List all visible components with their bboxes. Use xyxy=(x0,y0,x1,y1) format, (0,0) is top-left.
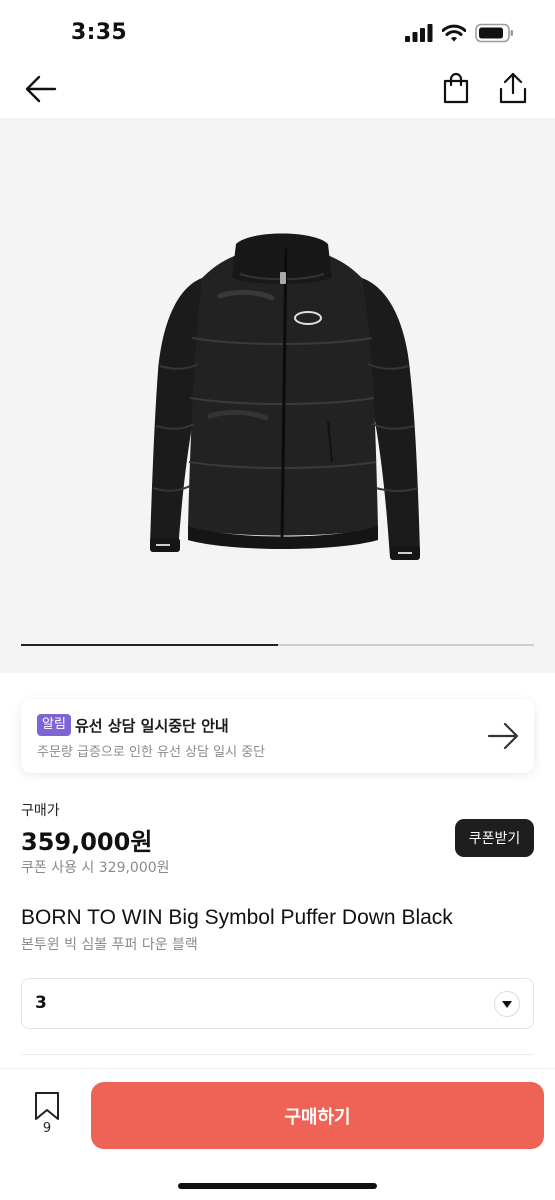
divider xyxy=(21,1054,534,1055)
notice-badge: 알림 xyxy=(37,714,71,736)
price-value: 359,000원 xyxy=(21,828,153,856)
coupon-button[interactable]: 쿠폰받기 xyxy=(455,819,534,857)
product-image xyxy=(150,233,420,560)
home-indicator xyxy=(178,1183,377,1189)
nav-bar xyxy=(0,62,555,118)
buy-button[interactable]: 구매하기 xyxy=(91,1082,544,1149)
battery-icon xyxy=(475,23,513,43)
carousel-progress-fill xyxy=(21,644,278,646)
status-icons xyxy=(405,23,515,43)
product-name: BORN TO WIN Big Symbol Puffer Down Black xyxy=(21,906,453,929)
chevron-down-icon[interactable] xyxy=(494,991,520,1017)
size-select[interactable]: 3 xyxy=(21,978,534,1029)
cellular-signal-icon xyxy=(405,24,433,42)
bottom-action-bar: 9 구매하기 xyxy=(0,1068,555,1200)
status-bar: 3:35 xyxy=(0,0,555,62)
status-time: 3:35 xyxy=(71,20,127,45)
bookmark-icon xyxy=(35,1092,59,1120)
carousel-progress xyxy=(21,644,534,646)
shopping-bag-icon[interactable] xyxy=(442,72,470,104)
arrow-right-icon[interactable] xyxy=(486,721,520,751)
notice-card[interactable]: 알림 유선 상담 일시중단 안내 주문량 급증으로 인한 유선 상담 일시 중단 xyxy=(21,699,534,773)
bookmark-button[interactable]: 9 xyxy=(30,1091,64,1139)
wifi-icon xyxy=(442,24,466,42)
product-name-korean: 본투윈 빅 심볼 푸퍼 다운 블랙 xyxy=(21,937,198,953)
product-gallery[interactable] xyxy=(0,118,555,673)
arrow-left-icon[interactable] xyxy=(24,74,58,104)
share-icon[interactable] xyxy=(498,71,528,105)
price-label: 구매가 xyxy=(21,803,60,819)
notice-title: 유선 상담 일시중단 안내 xyxy=(75,717,229,735)
bookmark-count: 9 xyxy=(42,1121,52,1136)
size-select-value: 3 xyxy=(35,993,47,1013)
notice-subtitle: 주문량 급증으로 인한 유선 상담 일시 중단 xyxy=(37,745,266,760)
coupon-price: 쿠폰 사용 시 329,000원 xyxy=(21,860,170,876)
